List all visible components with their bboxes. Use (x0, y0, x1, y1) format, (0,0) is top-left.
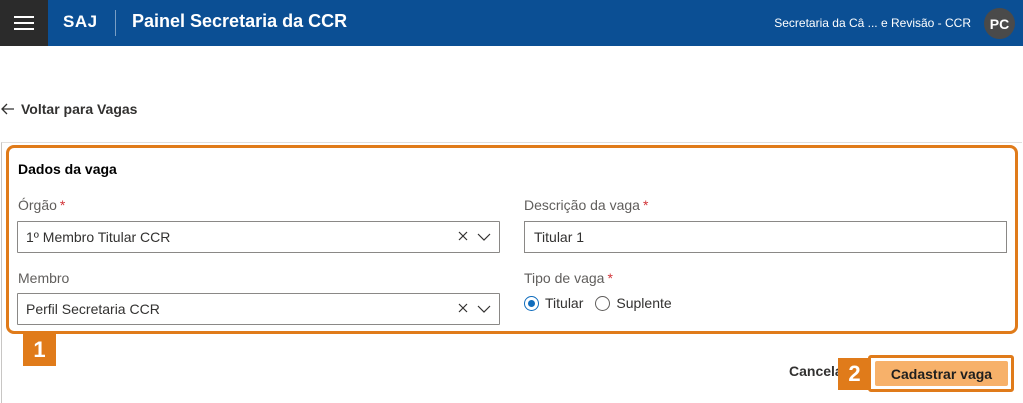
required-mark: * (642, 197, 649, 213)
membro-label: Membro (18, 270, 69, 286)
tipo-label: Tipo de vaga * (524, 270, 613, 286)
required-mark: * (607, 270, 613, 286)
top-bar: SAJ Painel Secretaria da CCR Secretaria … (0, 0, 1023, 46)
hamburger-menu-icon[interactable] (0, 0, 48, 46)
cancel-button[interactable]: Cancelar (789, 363, 841, 379)
descricao-value: Titular 1 (534, 229, 585, 245)
clear-icon[interactable] (457, 302, 469, 314)
back-to-vagas-link[interactable]: Voltar para Vagas (1, 101, 137, 117)
page-title: Painel Secretaria da CCR (132, 11, 348, 31)
membro-value: Perfil Secretaria CCR (26, 301, 160, 317)
radio-suplente[interactable]: Suplente (595, 295, 672, 311)
header-divider (115, 10, 116, 36)
required-mark: * (59, 197, 66, 213)
orgao-label-text: Órgão (18, 197, 57, 213)
membro-combobox[interactable]: Perfil Secretaria CCR (17, 293, 500, 325)
avatar[interactable]: PC (984, 8, 1015, 39)
tipo-label-text: Tipo de vaga (524, 270, 605, 286)
user-context-label[interactable]: Secretaria da Câ ... e Revisão - CCR (774, 16, 971, 30)
membro-label-text: Membro (18, 270, 70, 286)
descricao-label: Descrição da vaga * (524, 197, 648, 213)
descricao-input[interactable]: Titular 1 (524, 221, 1007, 253)
chevron-down-icon[interactable] (477, 303, 491, 315)
orgao-label: Órgão * (18, 197, 65, 213)
clear-icon[interactable] (457, 230, 469, 242)
app-name[interactable]: SAJ (63, 12, 98, 32)
descricao-label-text: Descrição da vaga (524, 197, 640, 213)
annotation-badge-2: 2 (838, 358, 871, 390)
chevron-down-icon[interactable] (477, 231, 491, 243)
radio-titular[interactable]: Titular (524, 295, 583, 311)
annotation-badge-1: 1 (23, 334, 56, 366)
cadastrar-vaga-button[interactable]: Cadastrar vaga (875, 361, 1008, 386)
back-link-label: Voltar para Vagas (21, 101, 138, 117)
radio-titular-label: Titular (545, 295, 584, 311)
tipo-radio-group: Titular Suplente (524, 295, 684, 311)
arrow-left-icon (1, 103, 14, 115)
section-title: Dados da vaga (18, 161, 117, 177)
orgao-combobox[interactable]: 1º Membro Titular CCR (17, 221, 500, 253)
radio-unchecked-icon[interactable] (595, 295, 611, 311)
orgao-value: 1º Membro Titular CCR (26, 229, 171, 245)
radio-checked-icon[interactable] (524, 295, 539, 311)
radio-suplente-label: Suplente (616, 295, 672, 311)
